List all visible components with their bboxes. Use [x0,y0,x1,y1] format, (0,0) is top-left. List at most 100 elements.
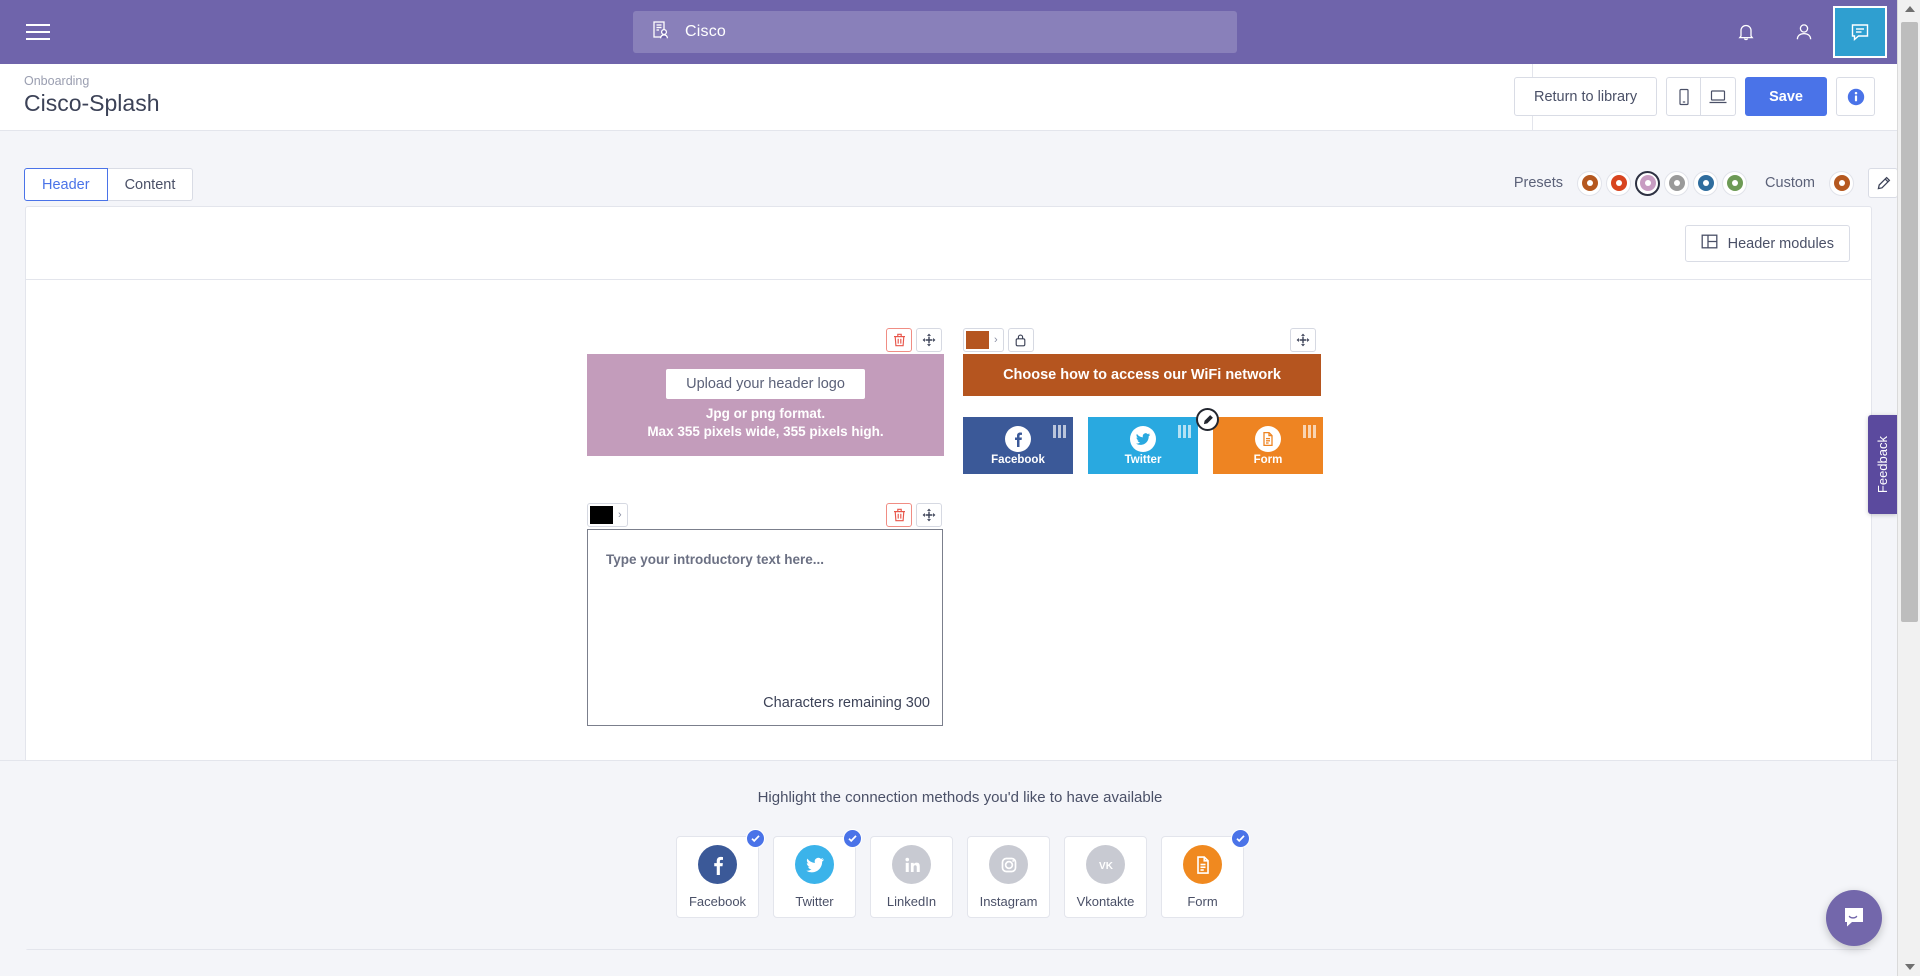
intro-text-color-value [590,506,613,524]
wifi-move-handle-icon[interactable] [1290,328,1316,352]
connection-methods-title: Highlight the connection methods you'd l… [757,789,1163,806]
page-scrollbar[interactable] [1897,0,1920,976]
connection-tile-vkontakte-label: Vkontakte [1076,894,1135,909]
scroll-down-arrow-icon[interactable] [1898,958,1920,976]
wifi-tile-twitter[interactable]: Twitter [1088,417,1198,474]
wifi-tile-form-label: Form [1253,453,1283,466]
breadcrumb: Onboarding [24,74,90,88]
custom-color-swatch[interactable] [1829,170,1854,196]
device-preview-group [1666,77,1737,116]
form-enabled-check-icon [1231,829,1250,848]
preset-colors: Presets Custom [1514,168,1898,198]
notifications-bell-icon[interactable] [1717,0,1775,64]
linkedin-icon [892,845,931,884]
logo-delete-button[interactable] [886,328,912,352]
preset-swatch-1[interactable] [1577,170,1603,196]
wifi-banner-color-value [966,331,989,349]
desktop-preview-icon[interactable] [1701,77,1737,116]
tab-content[interactable]: Content [107,168,194,201]
modules-grid-icon [1701,234,1718,253]
editor-tabs: Header Content [24,168,194,201]
header-modules-button[interactable]: Header modules [1684,225,1850,262]
logo-upload-module: Upload your header logo Jpg or png forma… [587,354,944,456]
wifi-tile-twitter-label: Twitter [1124,453,1162,466]
form-document-icon [1183,845,1222,884]
wifi-lock-icon[interactable] [1007,328,1034,352]
canvas-module-bar: Header modules [26,207,1871,279]
feedback-tab[interactable]: Feedback [1868,415,1897,514]
wifi-tile-facebook-label: Facebook [991,453,1045,466]
user-account-icon[interactable] [1775,0,1833,64]
intro-module-left-tools: › [587,503,628,529]
intro-characters-remaining: Characters remaining 300 [763,695,930,711]
page-title: Cisco-Splash [24,90,160,116]
organization-person-icon [651,20,671,45]
connection-tile-linkedin-label: LinkedIn [886,894,937,909]
upload-logo-button[interactable]: Upload your header logo [666,368,865,399]
logo-module-tools [886,328,942,352]
scroll-up-arrow-icon[interactable] [1898,0,1920,18]
connection-methods-list: Facebook Twitter LinkedIn Instagram VK V… [0,829,1920,918]
twitter-icon [1130,425,1156,452]
mobile-preview-icon[interactable] [1666,77,1702,116]
connection-tile-instagram-label: Instagram [979,894,1038,909]
twitter-icon [795,845,834,884]
wifi-banner-text: Choose how to access our WiFi network [963,354,1321,396]
return-to-library-button[interactable]: Return to library [1513,77,1658,116]
subheader-actions: Return to library Save [1513,77,1875,116]
connection-tile-twitter[interactable]: Twitter [773,829,862,918]
search-input-value: Cisco [685,23,727,40]
connection-tile-vkontakte[interactable]: VK Vkontakte [1064,836,1147,918]
color-picker-pencil-icon[interactable] [1868,168,1898,198]
preset-swatch-3-selected[interactable] [1635,170,1661,196]
scrollbar-thumb[interactable] [1901,22,1918,622]
presets-label: Presets [1513,175,1564,191]
page-subheader: Onboarding Cisco-Splash Return to librar… [0,64,1897,131]
intro-move-handle-icon[interactable] [916,503,942,527]
hamburger-menu-icon[interactable] [6,0,70,64]
preset-swatch-2[interactable] [1606,170,1632,196]
save-button[interactable]: Save [1745,77,1827,116]
preset-swatch-6[interactable] [1722,170,1748,196]
connection-tile-facebook-label: Facebook [688,894,747,909]
search-input[interactable]: Cisco [633,11,1237,53]
messages-chat-icon[interactable] [1833,6,1887,58]
custom-label: Custom [1765,175,1815,191]
wifi-tile-facebook[interactable]: Facebook [963,417,1073,474]
vkontakte-icon: VK [1086,845,1125,884]
connection-tile-facebook[interactable]: Facebook [676,829,765,918]
logo-format-line2: Max 355 pixels wide, 355 pixels high. [647,424,884,439]
instagram-icon [989,845,1028,884]
preset-swatch-5[interactable] [1693,170,1719,196]
wifi-access-tiles: Facebook Twitter Form [963,408,1323,474]
info-button[interactable] [1836,77,1875,116]
connection-tile-linkedin[interactable]: LinkedIn [870,836,953,918]
canvas-stage [26,280,1871,761]
connection-tile-form-label: Form [1187,894,1218,909]
intro-text-color-swatch[interactable]: › [587,503,628,527]
facebook-icon [698,845,737,884]
intro-text-area[interactable]: Type your introductory text here... Char… [587,529,943,726]
intro-delete-button[interactable] [886,503,912,527]
logo-format-line1: Jpg or png format. [705,405,826,421]
svg-text:VK: VK [1099,861,1114,872]
twitter-tile-drag-handle[interactable] [1178,425,1191,438]
connection-tile-form[interactable]: Form [1161,829,1250,918]
wifi-tile-form[interactable]: Form [1196,408,1323,474]
logo-format-note: Jpg or png format. Max 355 pixels wide, … [647,405,883,441]
facebook-icon [1005,425,1031,452]
connection-tile-instagram[interactable]: Instagram [967,836,1050,918]
intro-text-placeholder: Type your introductory text here... [606,552,825,567]
wifi-banner-color-swatch[interactable]: › [963,328,1004,352]
feedback-label: Feedback [1875,435,1890,494]
preset-swatch-4[interactable] [1664,170,1690,196]
connection-methods-section: Highlight the connection methods you'd l… [0,760,1920,949]
tab-header[interactable]: Header [24,168,108,201]
facebook-tile-drag-handle[interactable] [1053,425,1066,438]
connection-tile-twitter-label: Twitter [795,894,834,909]
form-tile-drag-handle[interactable] [1303,425,1316,438]
logo-move-handle-icon[interactable] [916,328,942,352]
form-tile-edit-pencil-icon[interactable] [1196,408,1219,431]
intercom-chat-icon[interactable] [1826,890,1882,946]
twitter-enabled-check-icon [843,829,862,848]
